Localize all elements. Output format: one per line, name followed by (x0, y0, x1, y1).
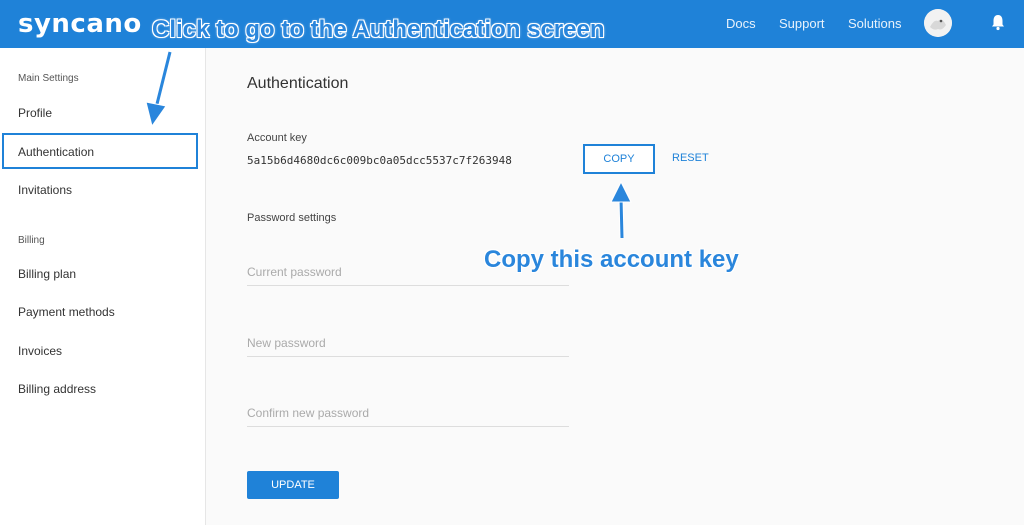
settings-sidebar: Main Settings Profile Authentication Inv… (0, 48, 206, 525)
sidebar-item-invoices[interactable]: Invoices (18, 344, 62, 358)
billing-title: Billing (18, 235, 45, 246)
main-content: Authentication Account key 5a15b6d4680dc… (206, 48, 1024, 525)
bell-icon[interactable] (989, 13, 1007, 31)
annotation-authentication-hint: Click to go to the Authentication screen (152, 16, 605, 43)
sidebar-item-payment-methods[interactable]: Payment methods (18, 305, 115, 319)
nav-solutions[interactable]: Solutions (848, 16, 901, 31)
sidebar-item-billing-address[interactable]: Billing address (18, 382, 96, 396)
avatar-icon (924, 9, 952, 37)
nav-support[interactable]: Support (779, 16, 825, 31)
avatar[interactable] (924, 9, 952, 37)
nav-docs[interactable]: Docs (726, 16, 756, 31)
new-password-field[interactable]: New password (247, 336, 569, 357)
sidebar-item-invitations[interactable]: Invitations (18, 183, 72, 197)
sidebar-item-profile[interactable]: Profile (18, 106, 52, 120)
current-password-placeholder: Current password (247, 265, 342, 279)
page-title: Authentication (247, 75, 349, 92)
account-key-value: 5a15b6d4680dc6c009bc0a05dcc5537c7f263948 (247, 154, 512, 167)
update-button[interactable]: UPDATE (247, 471, 339, 499)
sidebar-item-authentication[interactable]: Authentication (2, 133, 198, 169)
sidebar-item-label: Authentication (18, 145, 95, 159)
main-settings-title: Main Settings (18, 73, 79, 84)
sidebar-item-billing-plan[interactable]: Billing plan (18, 267, 76, 281)
new-password-placeholder: New password (247, 336, 326, 350)
syncano-logo[interactable]: syncano (18, 9, 142, 39)
confirm-password-placeholder: Confirm new password (247, 406, 370, 420)
copy-button[interactable]: COPY (583, 144, 655, 174)
account-key-label: Account key (247, 132, 307, 144)
annotation-copy-hint: Copy this account key (484, 246, 739, 273)
password-settings-label: Password settings (247, 212, 337, 224)
reset-button[interactable]: RESET (672, 152, 709, 164)
confirm-password-field[interactable]: Confirm new password (247, 406, 569, 427)
